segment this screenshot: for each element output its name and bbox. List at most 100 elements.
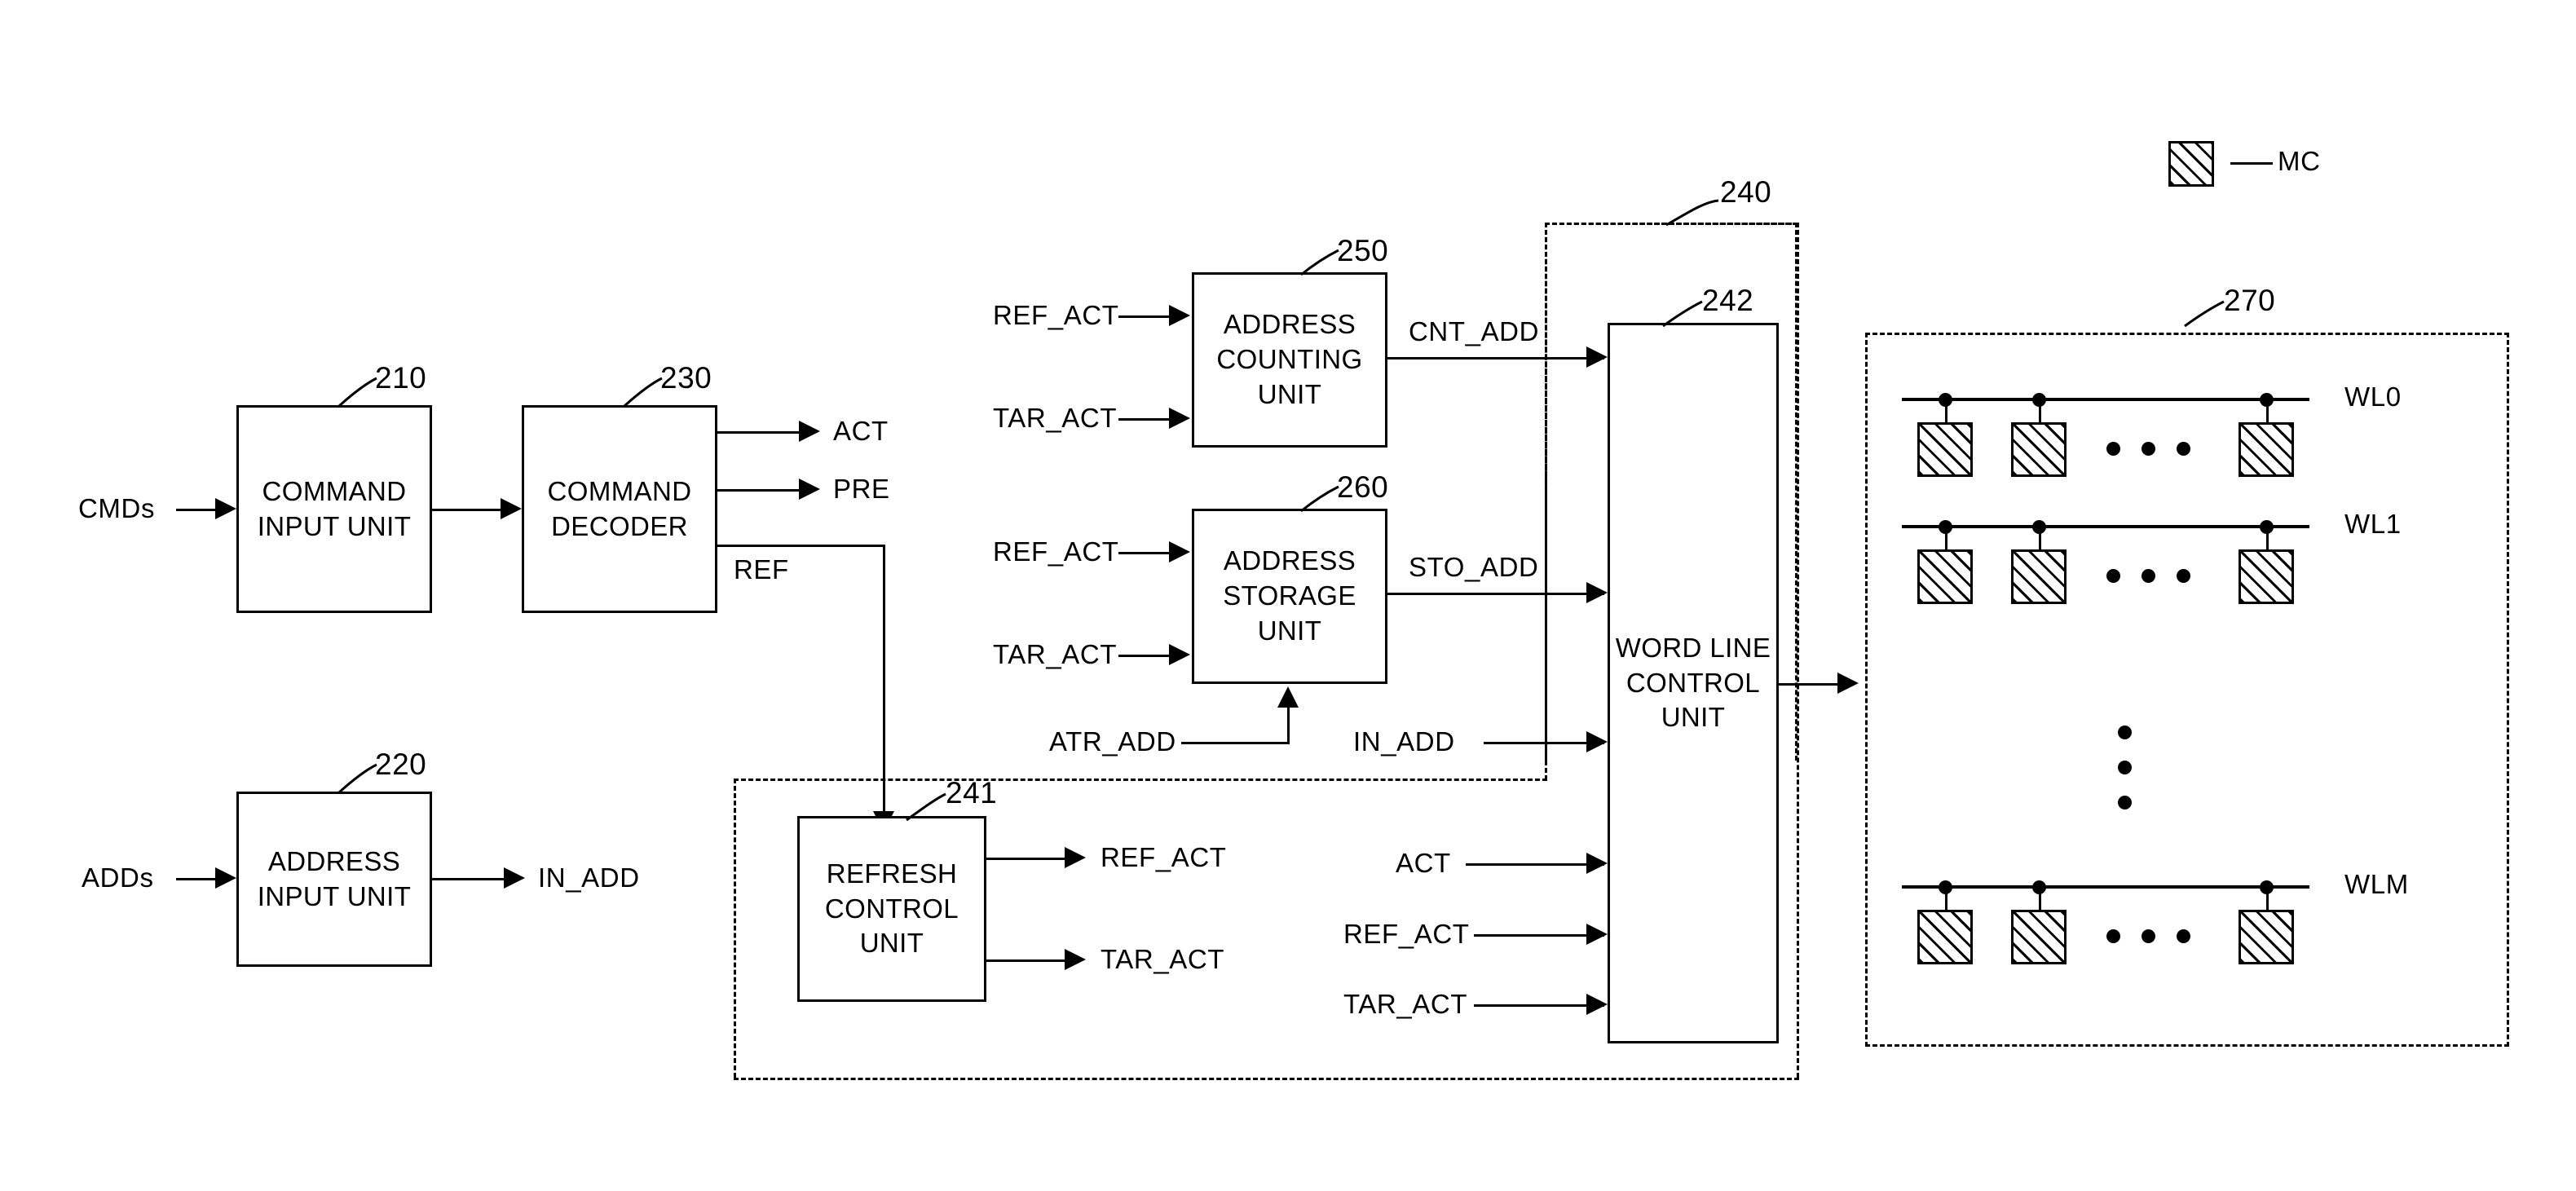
region-240-right-edge bbox=[1797, 223, 1799, 1078]
block-242-ref: 242 bbox=[1702, 284, 1754, 317]
signal-cnt-add-label: CNT_ADD bbox=[1409, 316, 1540, 346]
block-260-ref: 260 bbox=[1337, 470, 1389, 504]
word-line-wl0 bbox=[1902, 398, 2309, 401]
block-250-line-2: COUNTING bbox=[1216, 344, 1363, 375]
block-260-line-2: STORAGE bbox=[1223, 580, 1356, 611]
signal-ref-act-out-arrow bbox=[1065, 847, 1086, 868]
block-241-line-2: CONTROL bbox=[824, 893, 959, 924]
region-270-ref: 270 bbox=[2224, 284, 2276, 317]
block-250-line-1: ADDRESS bbox=[1223, 309, 1356, 340]
signal-tar-act-counting-label: TAR_ACT bbox=[993, 403, 1118, 433]
memory-cell bbox=[1917, 910, 1973, 964]
signal-ref-act-counting-label: REF_ACT bbox=[993, 300, 1119, 330]
memory-cell bbox=[2011, 910, 2067, 964]
block-220-line-2: INPUT UNIT bbox=[257, 880, 412, 911]
block-260-line-3: UNIT bbox=[1257, 615, 1322, 646]
signal-in-add-out-arrow bbox=[504, 867, 525, 889]
signal-adds-label: ADDs bbox=[82, 862, 154, 893]
block-word-line-control-unit[interactable]: WORD LINE CONTROL UNIT bbox=[1608, 323, 1779, 1043]
block-260-line-1: ADDRESS bbox=[1223, 545, 1356, 576]
block-242-line-1: WORD LINE bbox=[1615, 632, 1771, 663]
block-address-counting-unit[interactable]: ADDRESS COUNTING UNIT bbox=[1192, 272, 1387, 448]
block-242-line-2: CONTROL bbox=[1625, 667, 1761, 698]
block-address-storage-unit[interactable]: ADDRESS STORAGE UNIT bbox=[1192, 509, 1387, 684]
signal-cmds-line bbox=[176, 509, 215, 511]
block-210-ref: 210 bbox=[375, 361, 427, 395]
signal-adds-line bbox=[176, 878, 215, 880]
cell-stem bbox=[1945, 887, 1947, 910]
block-250-leader bbox=[1295, 249, 1340, 278]
cell-stem bbox=[2266, 527, 2269, 549]
cell-stem bbox=[2266, 399, 2269, 422]
word-line-wl1-label: WL1 bbox=[2344, 509, 2402, 539]
memory-cell bbox=[2239, 422, 2294, 477]
signal-cnt-add-line bbox=[1387, 357, 1604, 360]
block-210-line-2: INPUT UNIT bbox=[257, 510, 412, 541]
block-address-input-unit[interactable]: ADDRESS INPUT UNIT bbox=[236, 792, 432, 967]
memory-cell bbox=[2011, 422, 2067, 477]
link-210-to-230-line bbox=[432, 509, 501, 511]
signal-act-label: ACT bbox=[833, 416, 889, 446]
legend-memory-cell-swatch bbox=[2168, 141, 2214, 187]
word-line-wl1 bbox=[1902, 525, 2309, 528]
signal-atr-add-hline bbox=[1181, 742, 1290, 744]
signal-sto-add-label: STO_ADD bbox=[1409, 552, 1539, 582]
block-command-input-unit[interactable]: COMMAND INPUT UNIT bbox=[236, 405, 432, 613]
signal-adds-arrow bbox=[215, 867, 236, 889]
cell-stem bbox=[2039, 399, 2041, 422]
block-230-ref: 230 bbox=[660, 361, 712, 395]
signal-tar-act-storage-arrow bbox=[1169, 644, 1190, 665]
signal-ref-act-out-label: REF_ACT bbox=[1101, 842, 1227, 872]
signal-ref-label: REF bbox=[734, 554, 789, 584]
block-220-leader bbox=[333, 763, 378, 796]
region-240-bottom-edge bbox=[734, 1078, 1799, 1080]
region-240-left-upper-edge bbox=[1545, 223, 1547, 780]
cell-stem bbox=[1945, 527, 1947, 549]
block-command-decoder[interactable]: COMMAND DECODER bbox=[522, 405, 717, 613]
signal-tar-act-storage-label: TAR_ACT bbox=[993, 639, 1118, 669]
signal-ref-hline bbox=[717, 545, 884, 547]
signal-atr-add-label: ATR_ADD bbox=[1049, 726, 1176, 757]
memory-cell bbox=[2011, 549, 2067, 604]
signal-ref-act-wl-label: REF_ACT bbox=[1343, 919, 1470, 949]
signal-in-add-out-line bbox=[432, 878, 504, 880]
ellipsis-dots-vertical bbox=[2118, 726, 2132, 809]
signal-pre-line bbox=[717, 489, 799, 492]
word-line-wl0-label: WL0 bbox=[2344, 382, 2402, 412]
block-241-line-1: REFRESH bbox=[826, 858, 958, 889]
cell-stem bbox=[1945, 399, 1947, 422]
region-240-leader bbox=[1661, 197, 1720, 228]
block-241-ref: 241 bbox=[946, 776, 998, 809]
signal-ref-act-wl-arrow bbox=[1586, 924, 1608, 945]
signal-ref-act-counting-arrow bbox=[1169, 305, 1190, 326]
memory-cell bbox=[1917, 422, 1973, 477]
block-241-leader bbox=[900, 792, 947, 823]
signal-ref-vline bbox=[883, 545, 885, 816]
ellipsis-dots-horizontal bbox=[2106, 929, 2190, 943]
ellipsis-dots-horizontal bbox=[2106, 569, 2190, 583]
block-250-line-3: UNIT bbox=[1257, 378, 1322, 409]
block-260-leader bbox=[1295, 485, 1340, 514]
region-240-left-lower-edge bbox=[734, 779, 736, 1078]
memory-cell bbox=[1917, 549, 1973, 604]
link-210-to-230-arrow bbox=[501, 498, 522, 519]
region-240-mid-top-edge bbox=[734, 779, 1547, 781]
memory-cell bbox=[2239, 549, 2294, 604]
block-242-line-3: UNIT bbox=[1661, 702, 1726, 733]
signal-tar-act-wl-line bbox=[1474, 1004, 1604, 1007]
region-240-ref: 240 bbox=[1720, 175, 1772, 209]
signal-act-wl-arrow bbox=[1586, 853, 1608, 874]
signal-in-add-out-label: IN_ADD bbox=[538, 862, 640, 893]
word-line-wlm bbox=[1902, 885, 2309, 889]
signal-ref-act-out-line bbox=[986, 858, 1065, 860]
signal-atr-add-vline bbox=[1287, 708, 1290, 742]
block-refresh-control-unit[interactable]: REFRESH CONTROL UNIT bbox=[797, 816, 986, 1002]
signal-tar-act-wl-label: TAR_ACT bbox=[1343, 989, 1468, 1019]
signal-ref-act-wl-line bbox=[1474, 934, 1604, 937]
signal-act-arrow bbox=[799, 421, 820, 442]
signal-tar-act-out-arrow bbox=[1065, 949, 1086, 970]
block-242-leader bbox=[1656, 300, 1704, 329]
signal-tar-act-out-line bbox=[986, 959, 1065, 962]
signal-cnt-add-arrow bbox=[1586, 346, 1608, 368]
signal-tar-act-storage-line bbox=[1118, 655, 1169, 657]
